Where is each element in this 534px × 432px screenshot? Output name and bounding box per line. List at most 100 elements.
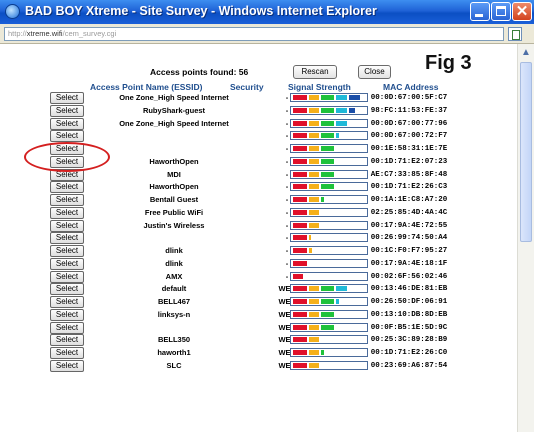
mac-cell: 00:1E:58:31:1E:7E — [370, 145, 448, 153]
select-button[interactable]: Select — [50, 232, 84, 245]
signal-segment — [321, 311, 334, 317]
select-button[interactable]: Select — [50, 245, 84, 257]
table-row: Select dlink -00:1C:F0:F7:95:27 — [48, 245, 448, 258]
signal-segment — [309, 324, 319, 330]
maximize-button[interactable] — [491, 2, 511, 21]
figure-label: Fig 3 — [425, 52, 472, 74]
select-button[interactable]: Select — [50, 283, 84, 296]
table-row: Select AMX -00:02:6F:56:02:46 — [48, 270, 448, 284]
select-button[interactable]: Select — [50, 308, 84, 321]
signal-segment — [349, 95, 360, 100]
essid-cell: One Zone_High Speed Internet — [119, 93, 229, 102]
signal-strength-bar — [290, 144, 368, 153]
select-button[interactable]: Select — [50, 359, 84, 372]
close-window-button[interactable]: ✕ — [512, 2, 532, 21]
mac-cell: 00:1D:71:E2:07:23 — [370, 157, 448, 166]
scroll-up-icon[interactable]: ▲ — [519, 46, 533, 60]
signal-segment — [336, 133, 340, 139]
mac-cell: 02:25:85:4D:4A:4C — [370, 208, 448, 217]
signal-segment — [293, 120, 307, 126]
table-row: Select BELL350 WEP 00:25:3C:89:28:B9 — [48, 334, 448, 347]
scroll-thumb[interactable] — [520, 62, 532, 242]
signal-segment — [309, 146, 319, 151]
url-host: xtreme.wifi — [26, 29, 63, 38]
mac-cell: 00:1C:F0:F7:95:27 — [370, 247, 448, 255]
select-button[interactable]: Select — [50, 257, 84, 270]
mac-cell: 00:17:9A:4E:72:55 — [370, 221, 448, 230]
signal-segment — [293, 286, 307, 292]
mac-cell: 00:26:99:74:50:A4 — [370, 234, 448, 243]
mac-cell: 00:23:69:A6:87:54 — [370, 361, 448, 370]
address-field[interactable]: http://xtreme.wifi/cem_survey.cgi — [4, 27, 504, 41]
signal-segment — [321, 286, 334, 292]
mac-cell: 00:13:10:DB:8D:EB — [370, 310, 448, 319]
mac-cell: AE:C7:33:85:8F:48 — [370, 170, 448, 179]
select-button[interactable]: Select — [50, 194, 84, 206]
essid-cell: One Zone_High Speed Internet — [119, 118, 229, 128]
essid-cell: SLC — [166, 360, 182, 370]
signal-segment — [309, 286, 319, 292]
table-row: Select haworth1 WEP 00:1D:71:E2:26:C0 — [48, 347, 448, 360]
table-row: Select -00:0D:67:00:72:F7 — [48, 130, 448, 143]
url-prefix: http:// — [8, 29, 27, 38]
select-button[interactable]: Select — [50, 206, 84, 219]
minimize-button[interactable] — [470, 2, 490, 21]
select-button[interactable]: Select — [50, 321, 84, 334]
signal-segment — [309, 222, 319, 228]
signal-strength-bar — [290, 118, 368, 128]
mac-cell: 00:17:9A:4E:18:1F — [370, 259, 448, 268]
signal-segment — [309, 120, 319, 126]
signal-segment — [309, 133, 319, 139]
page-icon[interactable] — [508, 27, 522, 41]
signal-strength-bar — [290, 246, 368, 255]
signal-segment — [309, 107, 319, 113]
signal-strength-bar — [290, 207, 368, 217]
signal-strength-bar — [290, 182, 368, 192]
signal-segment — [293, 158, 307, 164]
select-button[interactable]: Select — [50, 181, 84, 194]
signal-segment — [309, 337, 319, 343]
mac-cell: 00:0D:67:00:5F:C7 — [370, 94, 448, 102]
table-row: Select MDI - AE:C7:33:85:8F:48 — [48, 168, 448, 182]
signal-segment — [309, 209, 319, 215]
signal-segment — [293, 209, 307, 215]
vertical-scrollbar[interactable]: ▲ — [517, 44, 534, 432]
signal-strength-bar — [290, 284, 368, 294]
essid-cell: BELL350 — [157, 335, 191, 345]
select-button[interactable]: Select — [50, 92, 84, 104]
signal-strength-bar — [290, 258, 368, 268]
signal-segment — [293, 350, 307, 355]
table-row: Select SLC WEP 00:23:69:A6:87:54 — [48, 359, 448, 373]
essid-cell: Free Public WiFi — [144, 207, 204, 217]
essid-cell: HaworthOpen — [149, 156, 199, 166]
select-button[interactable]: Select — [50, 296, 84, 308]
rescan-button[interactable]: Rescan — [293, 65, 337, 79]
select-button[interactable]: Select — [50, 104, 84, 117]
table-row: Select HaworthOpen -00:1D:71:E2:26:C3 — [48, 181, 448, 194]
select-button[interactable]: Select — [50, 130, 84, 143]
essid-cell: AMX — [165, 271, 183, 281]
signal-segment — [293, 133, 307, 139]
essid-cell — [86, 322, 262, 335]
select-button[interactable]: Select — [50, 219, 84, 232]
table-row: Select Bentall Guest -00:1A:1E:C8:A7:20 — [48, 194, 448, 207]
close-button[interactable]: Close — [358, 65, 391, 79]
table-row: Select default WEP 00:13:46:DE:81:EB — [48, 283, 448, 296]
select-button[interactable]: Select — [50, 117, 84, 130]
select-button[interactable]: Select — [50, 334, 84, 347]
table-row: Select One Zone_High Speed Internet -00:0D… — [48, 117, 448, 131]
signal-segment — [293, 184, 307, 190]
table-row: Select -00:26:99:74:50:A4 — [48, 232, 448, 245]
select-button[interactable]: Select — [50, 270, 84, 283]
highlight-circle — [24, 142, 110, 172]
table-row: Select linksys-n WEP 00:13:10:DB:8D:EB — [48, 308, 448, 322]
signal-segment — [321, 197, 324, 202]
signal-strength-bar — [290, 271, 368, 281]
select-button[interactable]: Select — [50, 347, 84, 359]
signal-segment — [321, 158, 334, 164]
signal-strength-bar — [290, 195, 368, 204]
signal-segment — [293, 337, 307, 343]
essid-cell: haworth1 — [157, 348, 191, 357]
mac-cell: 00:1D:71:E2:26:C3 — [370, 183, 448, 192]
signal-strength-bar — [290, 360, 368, 370]
